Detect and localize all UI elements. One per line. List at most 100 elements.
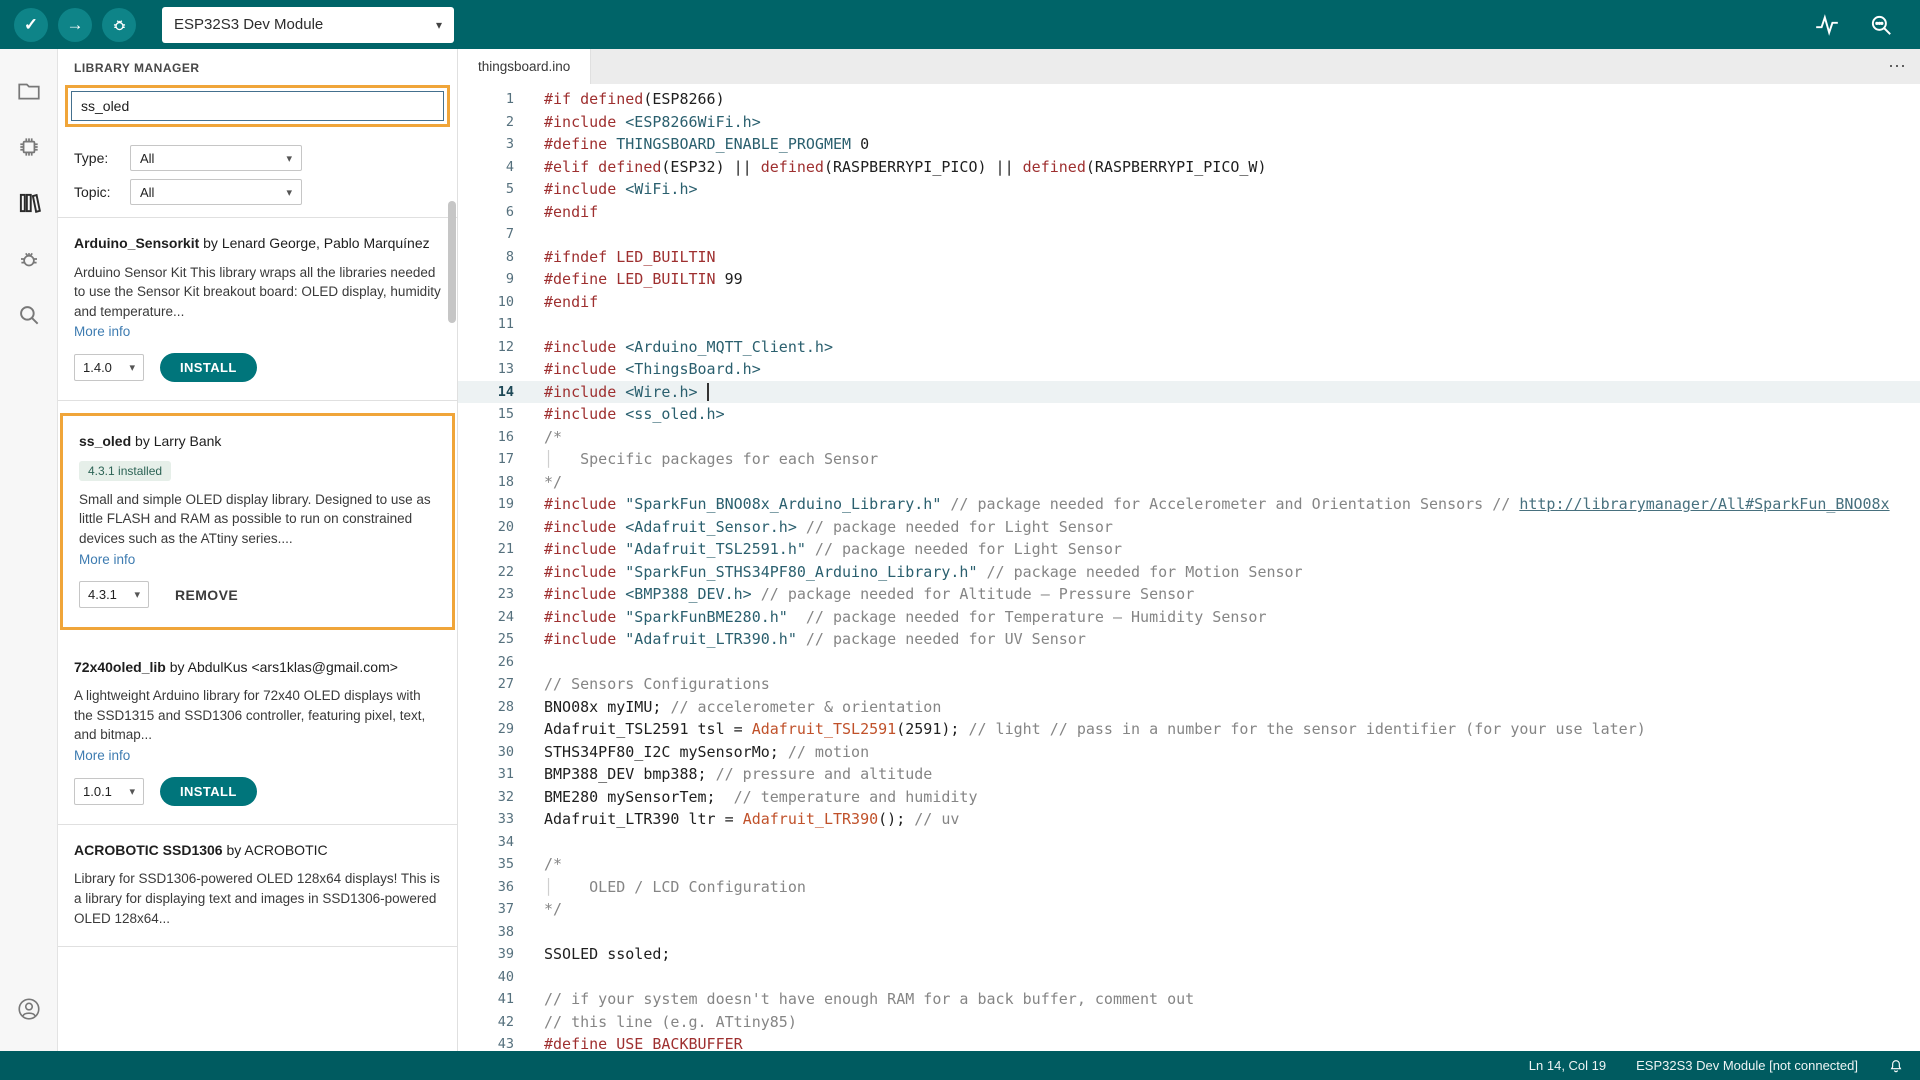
code-line[interactable]: 29Adafruit_TSL2591 tsl = Adafruit_TSL259…: [458, 718, 1920, 741]
code-line[interactable]: 9#define LED_BUILTIN 99: [458, 268, 1920, 291]
code-line[interactable]: 39SSOLED ssoled;: [458, 943, 1920, 966]
code-line[interactable]: 16/*: [458, 426, 1920, 449]
code-line[interactable]: 6#endif: [458, 201, 1920, 224]
library-name: Arduino_Sensorkit: [74, 235, 199, 251]
serial-monitor-icon: [1868, 12, 1894, 38]
code-line[interactable]: 30STHS34PF80_I2C mySensorMo; // motion: [458, 741, 1920, 764]
code-line[interactable]: 20#include <Adafruit_Sensor.h> // packag…: [458, 516, 1920, 539]
sidebar-item-account[interactable]: [0, 981, 58, 1037]
code-token: <ss_oled.h>: [625, 405, 724, 423]
line-number: 12: [458, 336, 544, 359]
version-select[interactable]: 1.0.1 ▾: [74, 778, 144, 805]
code-line[interactable]: 25#include "Adafruit_LTR390.h" // packag…: [458, 628, 1920, 651]
code-line[interactable]: 15#include <ss_oled.h>: [458, 403, 1920, 426]
code-line[interactable]: 43#define USE_BACKBUFFER: [458, 1033, 1920, 1051]
tab-thingsboard-ino[interactable]: thingsboard.ino: [458, 49, 591, 84]
account-icon: [16, 996, 42, 1022]
sidebar-item-library-manager[interactable]: [0, 175, 58, 231]
more-info-link[interactable]: More info: [79, 552, 135, 567]
remove-button[interactable]: REMOVE: [165, 581, 248, 609]
sidebar-item-search[interactable]: [0, 287, 58, 343]
code-token: #include: [544, 383, 625, 401]
code-line[interactable]: 13#include <ThingsBoard.h>: [458, 358, 1920, 381]
panel-scrollbar[interactable]: [448, 201, 456, 323]
version-select[interactable]: 1.4.0 ▾: [74, 354, 144, 381]
code-token: │: [544, 450, 553, 468]
code-token: defined: [1023, 158, 1086, 176]
code-line[interactable]: 2#include <ESP8266WiFi.h>: [458, 111, 1920, 134]
code-line[interactable]: 11: [458, 313, 1920, 336]
code-line[interactable]: 21#include "Adafruit_TSL2591.h" // packa…: [458, 538, 1920, 561]
code-line[interactable]: 40: [458, 966, 1920, 989]
version-value: 1.0.1: [83, 784, 112, 799]
code-line[interactable]: 41// if your system doesn't have enough …: [458, 988, 1920, 1011]
install-button[interactable]: INSTALL: [160, 777, 257, 806]
code-line[interactable]: 8#ifndef LED_BUILTIN: [458, 246, 1920, 269]
library-filters: Type: All ▾ Topic: All ▾: [58, 129, 457, 218]
code-token: // if your system doesn't have enough RA…: [544, 990, 1194, 1008]
code-line[interactable]: 7: [458, 223, 1920, 246]
topic-filter-select[interactable]: All ▾: [130, 179, 302, 205]
editor-more-actions-button[interactable]: ⋯: [1888, 49, 1906, 84]
code-line[interactable]: 27// Sensors Configurations: [458, 673, 1920, 696]
code-line[interactable]: 26: [458, 651, 1920, 674]
install-button[interactable]: INSTALL: [160, 353, 257, 382]
code-line[interactable]: 18*/: [458, 471, 1920, 494]
code-line[interactable]: 22#include "SparkFun_STHS34PF80_Arduino_…: [458, 561, 1920, 584]
code-token: 99: [716, 270, 743, 288]
code-line[interactable]: 17│ Specific packages for each Sensor: [458, 448, 1920, 471]
code-line[interactable]: 31BMP388_DEV bmp388; // pressure and alt…: [458, 763, 1920, 786]
code-line[interactable]: 37*/: [458, 898, 1920, 921]
notifications-button[interactable]: [1888, 1058, 1904, 1074]
code-line[interactable]: 38: [458, 921, 1920, 944]
serial-plotter-button[interactable]: [1814, 12, 1840, 38]
main-area: LIBRARY MANAGER Type: All ▾ Topic: All ▾: [0, 49, 1920, 1051]
code-line[interactable]: 19#include "SparkFun_BNO08x_Arduino_Libr…: [458, 493, 1920, 516]
code-token: Specific packages for each Sensor: [553, 450, 878, 468]
library-search-input[interactable]: [71, 91, 444, 121]
code-line[interactable]: 1#if defined(ESP8266): [458, 88, 1920, 111]
code-line[interactable]: 28BNO08x myIMU; // accelerometer & orien…: [458, 696, 1920, 719]
code-line[interactable]: 4#elif defined(ESP32) || defined(RASPBER…: [458, 156, 1920, 179]
serial-monitor-button[interactable]: [1868, 12, 1894, 38]
verify-button[interactable]: ✓: [14, 8, 48, 42]
code-area[interactable]: 1#if defined(ESP8266)2#include <ESP8266W…: [458, 84, 1920, 1051]
sidebar-item-boards-manager[interactable]: [0, 119, 58, 175]
code-line[interactable]: 35/*: [458, 853, 1920, 876]
code-text: [544, 313, 1920, 336]
code-token: #include: [544, 405, 625, 423]
line-number: 5: [458, 178, 544, 201]
toolbar-right: [1814, 12, 1906, 38]
debug-button[interactable]: [102, 8, 136, 42]
code-line[interactable]: 23#include <BMP388_DEV.h> // package nee…: [458, 583, 1920, 606]
more-info-link[interactable]: More info: [74, 324, 130, 339]
code-line[interactable]: 32BME280 mySensorTem; // temperature and…: [458, 786, 1920, 809]
more-info-link[interactable]: More info: [74, 748, 130, 763]
upload-button[interactable]: →: [58, 8, 92, 42]
line-number: 13: [458, 358, 544, 381]
code-line[interactable]: 10#endif: [458, 291, 1920, 314]
library-author: by Lenard George, Pablo Marquínez: [199, 235, 429, 251]
code-line[interactable]: 34: [458, 831, 1920, 854]
code-line[interactable]: 5#include <WiFi.h>: [458, 178, 1920, 201]
code-line[interactable]: 33Adafruit_LTR390 ltr = Adafruit_LTR390(…: [458, 808, 1920, 831]
code-token: <Adafruit_Sensor.h>: [625, 518, 797, 536]
code-line[interactable]: 36│ OLED / LCD Configuration: [458, 876, 1920, 899]
card-actions: 4.3.1 ▾ REMOVE: [79, 581, 436, 609]
type-filter-select[interactable]: All ▾: [130, 145, 302, 171]
version-select[interactable]: 4.3.1 ▾: [79, 581, 149, 608]
code-line[interactable]: 24#include "SparkFunBME280.h" // package…: [458, 606, 1920, 629]
code-text: SSOLED ssoled;: [544, 943, 1920, 966]
code-token: ();: [878, 810, 914, 828]
sidebar-item-debug[interactable]: [0, 231, 58, 287]
board-selector[interactable]: ESP32S3 Dev Module ▾: [162, 7, 454, 43]
line-number: 24: [458, 606, 544, 629]
code-line[interactable]: 12#include <Arduino_MQTT_Client.h>: [458, 336, 1920, 359]
sidebar-item-sketchbook[interactable]: [0, 63, 58, 119]
code-line[interactable]: 14#include <Wire.h>: [458, 381, 1920, 404]
code-line[interactable]: 42// this line (e.g. ATtiny85): [458, 1011, 1920, 1034]
code-text: [544, 831, 1920, 854]
code-line[interactable]: 3#define THINGSBOARD_ENABLE_PROGMEM 0: [458, 133, 1920, 156]
topic-filter-row: Topic: All ▾: [74, 179, 441, 205]
line-number: 25: [458, 628, 544, 651]
